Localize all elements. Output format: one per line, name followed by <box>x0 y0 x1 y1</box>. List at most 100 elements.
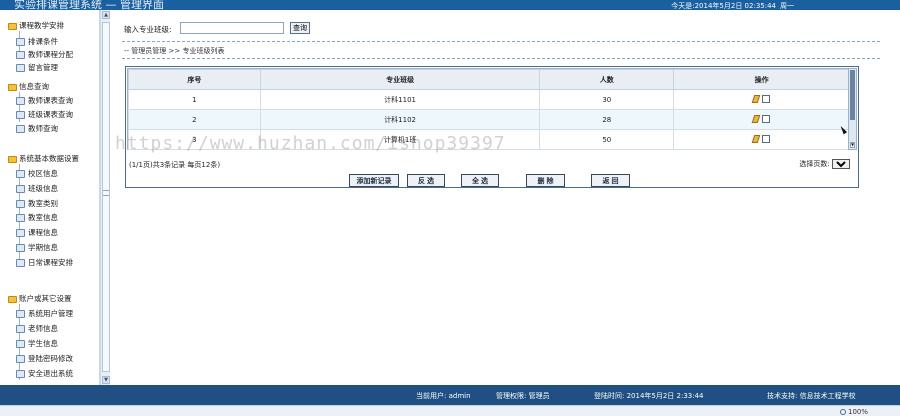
folder-icon <box>8 155 17 163</box>
footer: 当前用户: admin 管理权限: 管理员 登陆时间: 2014年5月2日 2:… <box>0 385 900 405</box>
cell-no: 2 <box>128 109 261 130</box>
sidebar-item-course-info[interactable]: 课程信息 <box>16 227 58 238</box>
users-icon <box>16 310 25 318</box>
cell-class: 计科1102 <box>259 109 541 130</box>
search-input[interactable] <box>180 22 284 34</box>
list-panel: 序号 专业班级 人数 操作 1 计科1101 30 2 计科1102 28 3 … <box>125 66 859 188</box>
sidebar-item-teacher-info[interactable]: 老师信息 <box>16 323 58 334</box>
page-status: (1/1页)共3条记录 每页12条) <box>129 161 221 169</box>
search-button[interactable]: 查询 <box>290 22 310 34</box>
row-checkbox[interactable] <box>762 94 771 103</box>
row-checkbox[interactable] <box>762 114 771 123</box>
delete-button[interactable]: 删 除 <box>526 174 565 187</box>
sidebar-item-campus[interactable]: 校区信息 <box>16 168 58 179</box>
sidebar-scrollbar[interactable]: ▲ ▼ <box>100 10 110 385</box>
sidebar-item-room-info[interactable]: 教室信息 <box>16 212 58 223</box>
page-select[interactable]: 1 <box>832 159 850 169</box>
teacher-icon <box>16 325 25 333</box>
page-select-label: 选择页数: <box>799 160 830 168</box>
sidebar-item-room-type[interactable]: 教室类别 <box>16 198 58 209</box>
room-icon <box>16 214 25 222</box>
folder-icon <box>8 83 17 91</box>
exit-icon <box>16 370 25 378</box>
sidebar: 课程教学安排 排课条件 教师课程分配 留言管理 信息查询 教师课表查询 班级课表… <box>0 10 100 385</box>
cell-no: 1 <box>128 89 261 110</box>
calendar-icon <box>16 259 25 267</box>
select-all-button[interactable]: 全 选 <box>461 174 499 187</box>
row-actions <box>751 114 771 123</box>
table-scroll-thumb[interactable] <box>850 70 855 120</box>
sidebar-group-head-account[interactable]: 账户或其它设置 <box>8 293 72 304</box>
sidebar-item-student-info[interactable]: 学生信息 <box>16 338 58 349</box>
sidebar-item-password[interactable]: 登陆密码修改 <box>16 353 73 364</box>
footer-support: 技术支持: 信息技术工程学校 <box>767 392 856 400</box>
row-checkbox[interactable] <box>762 134 771 143</box>
sidebar-item-teacher-query[interactable]: 教师查询 <box>16 123 58 134</box>
col-header-action: 操作 <box>673 69 850 90</box>
footer-login-time: 登陆时间: 2014年5月2日 2:33:44 <box>594 392 704 400</box>
settings-icon <box>16 38 25 46</box>
breadcrumb: -- 管理员管理 >> 专业班级列表 <box>124 47 225 55</box>
invert-select-button[interactable]: 反 选 <box>407 174 445 187</box>
col-header-no: 序号 <box>128 69 261 90</box>
sidebar-group-head-course[interactable]: 课程教学安排 <box>8 20 64 31</box>
sidebar-item-teacher-schedule[interactable]: 教师课表查询 <box>16 95 73 106</box>
add-record-button[interactable]: 添加新记录 <box>349 174 399 187</box>
scroll-up-arrow-icon[interactable]: ▲ <box>102 11 110 19</box>
class-icon <box>16 185 25 193</box>
term-icon <box>16 244 25 252</box>
sidebar-group-head-data[interactable]: 系统基本数据设置 <box>8 153 79 164</box>
sidebar-item-teacher-course[interactable]: 教师课程分配 <box>16 49 73 60</box>
cell-action <box>673 109 850 130</box>
cell-action <box>673 89 850 110</box>
cell-class: 计科1101 <box>259 89 541 110</box>
table-row[interactable]: 2 计科1102 28 <box>128 109 850 130</box>
search-icon <box>16 125 25 133</box>
scroll-grip-icon <box>103 190 109 196</box>
folder-icon <box>8 22 17 30</box>
row-actions <box>751 134 771 143</box>
key-icon <box>16 355 25 363</box>
scroll-thumb[interactable] <box>102 22 110 372</box>
edit-icon[interactable] <box>751 114 761 123</box>
cell-count: 28 <box>539 109 675 130</box>
folder-icon <box>8 295 17 303</box>
message-icon <box>16 64 25 72</box>
sidebar-item-conditions[interactable]: 排课条件 <box>16 36 58 47</box>
search-label: 输入专业班级: <box>124 25 172 34</box>
sidebar-item-term-info[interactable]: 学期信息 <box>16 242 58 253</box>
footer-permission: 管理权限: 管理员 <box>496 392 550 400</box>
edit-icon[interactable] <box>751 134 761 143</box>
cell-count: 50 <box>539 129 675 150</box>
sidebar-item-class-schedule[interactable]: 班级课表查询 <box>16 109 73 120</box>
scroll-down-arrow-icon[interactable]: ▼ <box>850 142 855 148</box>
divider <box>122 41 880 42</box>
col-header-class: 专业班级 <box>259 69 541 90</box>
browser-status-bar: 100% <box>0 405 900 416</box>
sidebar-item-class-info[interactable]: 班级信息 <box>16 183 58 194</box>
main-content: 输入专业班级: 查询 -- 管理员管理 >> 专业班级列表 序号 专业班级 人数… <box>118 10 900 385</box>
student-icon <box>16 340 25 348</box>
edit-icon[interactable] <box>751 94 761 103</box>
schedule-icon <box>16 97 25 105</box>
table-row[interactable]: 1 计科1101 30 <box>128 89 850 110</box>
room-type-icon <box>16 200 25 208</box>
zoom-icon <box>839 409 846 415</box>
sidebar-item-messages[interactable]: 留言管理 <box>16 62 58 73</box>
sidebar-item-logout[interactable]: 安全退出系统 <box>16 368 73 379</box>
search-row: 输入专业班级: 查询 <box>124 22 310 35</box>
divider <box>122 58 880 59</box>
cell-action <box>673 129 850 150</box>
sidebar-item-system-users[interactable]: 系统用户管理 <box>16 308 73 319</box>
top-bar: 实验排课管理系统 — 管理界面 今天是:2014年5月2日 02:35:44 周… <box>0 0 900 11</box>
col-header-count: 人数 <box>539 69 675 90</box>
table-scrollbar[interactable]: ▼ <box>848 68 857 150</box>
sidebar-group-head-query[interactable]: 信息查询 <box>8 81 49 92</box>
sidebar-item-daily-course[interactable]: 日常课程安排 <box>16 257 73 268</box>
back-button[interactable]: 返 回 <box>591 174 630 187</box>
campus-icon <box>16 170 25 178</box>
scroll-down-arrow-icon[interactable]: ▼ <box>102 376 110 384</box>
schedule-icon <box>16 111 25 119</box>
zoom-level[interactable]: 100% <box>839 408 868 416</box>
watermark: https://www.huzhan.com/ishop39397 <box>115 133 506 154</box>
